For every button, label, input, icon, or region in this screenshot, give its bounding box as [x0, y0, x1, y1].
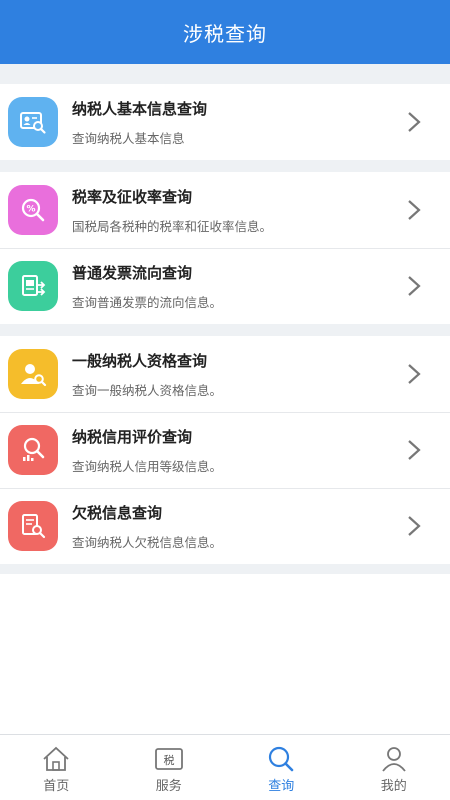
id-card-search-icon	[8, 97, 58, 147]
top-bar: 涉税查询	[0, 0, 450, 64]
home-icon	[43, 746, 69, 771]
section-spacer	[0, 324, 450, 336]
chevron-right-icon	[400, 360, 428, 388]
query-item-texts: 纳税信用评价查询 查询纳税人信用等级信息。	[72, 426, 400, 475]
query-item-invoice-flow[interactable]: 普通发票流向查询 查询普通发票的流向信息。	[0, 248, 450, 324]
query-item-title: 纳税人基本信息查询	[72, 99, 208, 118]
tab-mine[interactable]: 我的	[338, 735, 450, 800]
query-item-title: 纳税信用评价查询	[72, 427, 193, 446]
tab-query[interactable]: 查询	[225, 735, 338, 800]
chevron-right-icon	[400, 272, 428, 300]
user-search-icon	[8, 349, 58, 399]
section-spacer	[0, 64, 450, 84]
query-group-2: % 税率及征收率查询 国税局各税种的税率和征收率信息。 普通发票流向查询 查询普…	[0, 172, 450, 324]
tab-service[interactable]: 税 服务	[113, 735, 226, 800]
query-item-title: 一般纳税人资格查询	[72, 351, 208, 370]
bottom-tab-bar: 首页 税 服务 查询 我的	[0, 734, 450, 800]
query-item-title: 普通发票流向查询	[72, 263, 193, 282]
invoice-flow-icon	[8, 261, 58, 311]
query-item-desc: 查询普通发票的流向信息。	[72, 294, 223, 310]
query-item-texts: 欠税信息查询 查询纳税人欠税信息信息。	[72, 502, 400, 551]
query-item-desc: 查询一般纳税人资格信息。	[72, 382, 223, 398]
section-spacer	[0, 564, 450, 574]
svg-text:%: %	[26, 205, 35, 215]
user-icon	[382, 747, 406, 772]
query-item-desc: 国税局各税种的税率和征收率信息。	[72, 218, 273, 234]
query-item-tax-rate[interactable]: % 税率及征收率查询 国税局各税种的税率和征收率信息。	[0, 172, 450, 248]
tab-home[interactable]: 首页	[0, 735, 113, 800]
query-list: 纳税人基本信息查询 查询纳税人基本信息 % 税率及征收率查询 国税局各税种的税率…	[0, 64, 450, 574]
chevron-right-icon	[400, 196, 428, 224]
query-item-taxpayer-info[interactable]: 纳税人基本信息查询 查询纳税人基本信息	[0, 84, 450, 160]
credit-chart-search-icon	[8, 425, 58, 475]
query-item-texts: 税率及征收率查询 国税局各税种的税率和征收率信息。	[72, 186, 400, 235]
percent-search-icon: %	[8, 185, 58, 235]
chevron-right-icon	[400, 512, 428, 540]
query-group-3: 一般纳税人资格查询 查询一般纳税人资格信息。 纳税信用评价查询 查询纳税人信用等…	[0, 336, 450, 564]
tab-label: 首页	[43, 779, 70, 794]
query-item-title: 欠税信息查询	[72, 503, 163, 522]
document-search-icon	[8, 501, 58, 551]
query-item-texts: 一般纳税人资格查询 查询一般纳税人资格信息。	[72, 350, 400, 399]
query-group-1: 纳税人基本信息查询 查询纳税人基本信息	[0, 84, 450, 160]
tab-label: 我的	[380, 779, 407, 794]
query-item-desc: 查询纳税人信用等级信息。	[72, 458, 223, 474]
search-icon	[269, 746, 294, 772]
query-item-texts: 普通发票流向查询 查询普通发票的流向信息。	[72, 262, 400, 311]
chevron-right-icon	[400, 108, 428, 136]
tab-label: 服务	[155, 779, 182, 794]
query-item-tax-arrears[interactable]: 欠税信息查询 查询纳税人欠税信息信息。	[0, 488, 450, 564]
query-item-general-taxpayer[interactable]: 一般纳税人资格查询 查询一般纳税人资格信息。	[0, 336, 450, 412]
query-item-title: 税率及征收率查询	[72, 187, 193, 206]
query-item-credit-rating[interactable]: 纳税信用评价查询 查询纳税人信用等级信息。	[0, 412, 450, 488]
section-spacer	[0, 160, 450, 172]
tax-service-icon: 税	[154, 748, 183, 770]
chevron-right-icon	[400, 436, 428, 464]
tax-glyph: 税	[163, 753, 174, 767]
query-item-texts: 纳税人基本信息查询 查询纳税人基本信息	[72, 98, 400, 147]
query-item-desc: 查询纳税人基本信息	[72, 130, 185, 146]
query-item-desc: 查询纳税人欠税信息信息。	[72, 534, 223, 550]
page-title: 涉税查询	[183, 21, 267, 46]
tab-label: 查询	[268, 779, 295, 794]
